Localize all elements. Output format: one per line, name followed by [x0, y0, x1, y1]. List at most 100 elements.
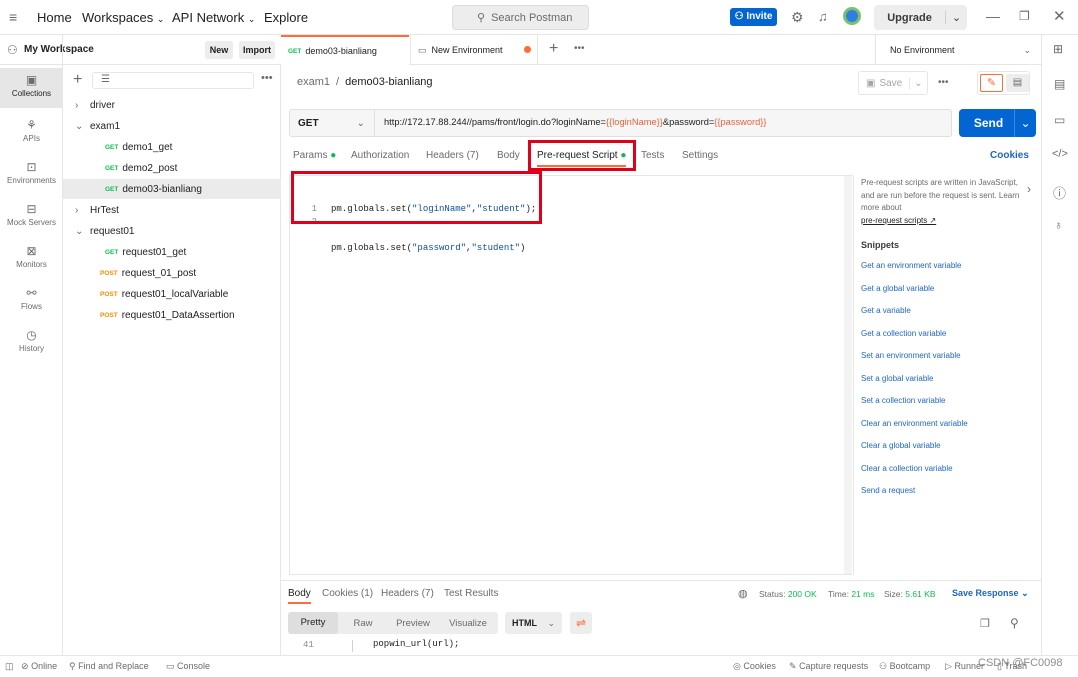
view-pretty[interactable]: Pretty — [288, 612, 338, 634]
snippet-set-collection-variable[interactable]: Set a collection variable — [861, 396, 946, 405]
tree-request-request01-get[interactable]: GET request01_get — [63, 242, 281, 262]
format-select[interactable]: HTML ⌄ — [505, 612, 562, 634]
copy-icon[interactable]: ❐ — [980, 617, 990, 630]
environment-quick-look-icon[interactable]: ⊞ — [1053, 42, 1063, 56]
breadcrumb-current[interactable]: demo03-bianliang — [345, 76, 432, 88]
close-icon[interactable]: ✕ — [1053, 7, 1066, 25]
response-tab-headers[interactable]: Headers (7) — [381, 588, 434, 599]
editor-scrollbar[interactable] — [844, 176, 852, 574]
snippet-get-global-variable[interactable]: Get a global variable — [861, 284, 934, 293]
response-tab-cookies[interactable]: Cookies (1) — [322, 588, 373, 599]
chevron-right-icon[interactable]: › — [1027, 182, 1031, 196]
upgrade-button[interactable]: Upgrade ⌄ — [874, 5, 967, 30]
search-input[interactable]: ⚲ Search Postman — [452, 5, 589, 30]
tree-request-request01-localvariable[interactable]: POST request01_localVariable — [63, 284, 281, 304]
snippet-set-global-variable[interactable]: Set a global variable — [861, 374, 934, 383]
search-icon[interactable]: ⚲ — [1010, 616, 1019, 630]
wrap-lines-icon[interactable]: ⇌ — [570, 612, 592, 634]
new-button[interactable]: New — [205, 41, 233, 59]
tree-folder-request01[interactable]: ⌄ request01 — [63, 221, 281, 241]
environment-select[interactable]: No Environment ⌄ — [875, 35, 1041, 65]
rail-collections[interactable]: ▣ Collections — [0, 68, 63, 108]
response-tab-body[interactable]: Body — [288, 588, 311, 604]
nav-explore[interactable]: Explore — [264, 10, 308, 25]
snippet-clear-global-variable[interactable]: Clear a global variable — [861, 441, 941, 450]
tab-authorization[interactable]: Authorization — [351, 150, 409, 161]
rail-history[interactable]: ◷ History — [0, 323, 63, 363]
chevron-down-icon[interactable]: ⌄ — [909, 77, 927, 89]
save-response-button[interactable]: Save Response ⌄ — [952, 588, 1029, 599]
toggle-sidebar-icon[interactable]: ◫ — [5, 661, 14, 672]
code-icon[interactable]: </> — [1052, 148, 1068, 160]
tree-request-request01-dataassertion[interactable]: POST request01_DataAssertion — [63, 305, 281, 325]
snippet-clear-collection-variable[interactable]: Clear a collection variable — [861, 464, 953, 473]
view-preview[interactable]: Preview — [388, 618, 438, 629]
rail-apis[interactable]: ⚘ APIs — [0, 113, 63, 153]
tab-headers[interactable]: Headers (7) — [426, 150, 479, 161]
tab-params[interactable]: Params ● — [293, 150, 336, 161]
save-button[interactable]: ▣ Save ⌄ — [858, 71, 928, 95]
tree-folder-hrtest[interactable]: › HrTest — [63, 200, 281, 220]
snippet-get-environment-variable[interactable]: Get an environment variable — [861, 261, 962, 270]
url-input[interactable]: http://172.17.88.244//pams/front/login.d… — [384, 117, 767, 127]
rail-mock-servers[interactable]: ⊟ Mock Servers — [0, 197, 63, 237]
filter-input[interactable]: ☰ — [92, 72, 254, 89]
method-select[interactable]: GET ⌄ — [290, 110, 375, 136]
tab-demo03-bianliang[interactable]: GET demo03-bianliang — [281, 35, 409, 65]
comments-toggle-icon[interactable]: ▤ — [1006, 74, 1029, 92]
new-tab-icon[interactable]: + — [549, 40, 558, 58]
add-collection-icon[interactable]: + — [73, 71, 82, 89]
notification-bell-icon[interactable]: ♫ — [818, 9, 828, 24]
maximize-icon[interactable]: ❐ — [1019, 9, 1030, 23]
tab-options-icon[interactable]: ••• — [574, 43, 585, 54]
tree-request-demo03-bianliang[interactable]: GET demo03-bianliang — [63, 179, 281, 199]
tree-request-request01-post[interactable]: POST request_01_post — [63, 263, 281, 283]
tree-request-demo2-post[interactable]: GET demo2_post — [63, 158, 281, 178]
rail-environments[interactable]: ⊡ Environments — [0, 155, 63, 195]
breadcrumb-parent[interactable]: exam1 — [297, 76, 330, 88]
console-button[interactable]: ▭ Console — [166, 661, 210, 672]
nav-workspaces[interactable]: Workspaces ⌄ — [82, 10, 164, 25]
find-replace-button[interactable]: ⚲ Find and Replace — [69, 661, 149, 672]
import-button[interactable]: Import — [239, 41, 275, 59]
info-icon[interactable]: ⓘ — [1053, 183, 1066, 202]
invite-button[interactable]: ⚇ Invite — [730, 8, 777, 26]
cookies-button[interactable]: ◎ Cookies — [733, 661, 776, 672]
rail-monitors[interactable]: ⊠ Monitors — [0, 239, 63, 279]
avatar[interactable] — [843, 7, 861, 25]
snippet-set-environment-variable[interactable]: Set an environment variable — [861, 351, 961, 360]
response-tab-test-results[interactable]: Test Results — [444, 588, 498, 599]
chevron-down-icon[interactable]: ⌄ — [1014, 109, 1036, 137]
capture-requests-button[interactable]: ✎ Capture requests — [789, 661, 868, 672]
nav-api-network[interactable]: API Network ⌄ — [172, 10, 255, 25]
cookies-link[interactable]: Cookies — [990, 150, 1029, 161]
minimize-icon[interactable]: — — [986, 8, 1000, 24]
tab-body[interactable]: Body — [497, 150, 520, 161]
chevron-down-icon[interactable]: ⌄ — [945, 11, 967, 24]
tab-settings[interactable]: Settings — [682, 150, 718, 161]
settings-gear-icon[interactable]: ⚙ — [791, 9, 804, 26]
tab-new-environment[interactable]: ▭ New Environment — [410, 35, 538, 65]
send-button[interactable]: Send ⌄ — [959, 109, 1036, 137]
view-raw[interactable]: Raw — [338, 618, 388, 629]
lightbulb-icon[interactable]: ♁ — [1054, 218, 1063, 232]
tree-request-demo1-get[interactable]: GET demo1_get — [63, 137, 281, 157]
script-editor[interactable]: 12 pm.globals.set("loginName","student")… — [289, 175, 852, 575]
comments-icon[interactable]: ▭ — [1054, 113, 1065, 127]
snippet-get-variable[interactable]: Get a variable — [861, 306, 911, 315]
snippet-clear-environment-variable[interactable]: Clear an environment variable — [861, 419, 968, 428]
more-options-icon[interactable]: ••• — [261, 72, 273, 84]
edit-pencil-icon[interactable]: ✎ — [980, 74, 1003, 92]
tree-folder-driver[interactable]: › driver — [63, 95, 281, 115]
request-options-icon[interactable]: ••• — [938, 77, 949, 88]
hamburger-menu-icon[interactable]: ≡ — [9, 9, 17, 25]
documentation-icon[interactable]: ▤ — [1054, 77, 1065, 91]
nav-home[interactable]: Home — [37, 10, 72, 25]
rail-flows[interactable]: ⚯ Flows — [0, 281, 63, 321]
online-status[interactable]: ⊘ Online — [21, 661, 57, 672]
view-visualize[interactable]: Visualize — [438, 618, 498, 629]
pre-request-scripts-link[interactable]: pre-request scripts ↗ — [861, 216, 936, 225]
tree-folder-exam1[interactable]: ⌄ exam1 — [63, 116, 281, 136]
bootcamp-button[interactable]: ⚇ Bootcamp — [879, 661, 930, 672]
snippet-send-request[interactable]: Send a request — [861, 486, 915, 495]
